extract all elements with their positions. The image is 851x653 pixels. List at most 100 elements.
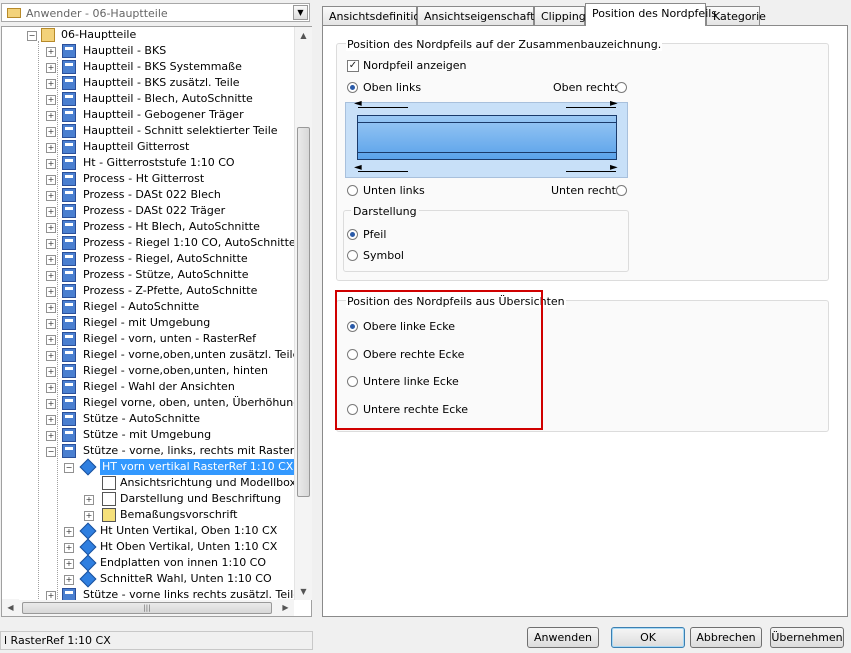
radio-label: Oben rechts xyxy=(553,81,620,94)
arrow-icon xyxy=(566,107,616,108)
tree-item-label: Ht - Gitterroststufe 1:10 CO xyxy=(83,156,235,169)
arrow-style-radio[interactable] xyxy=(347,229,358,240)
position-preview: ◄ ► ◄ ► xyxy=(345,98,628,178)
sheet-icon xyxy=(62,268,76,282)
tree-item-label: Endplatten von innen 1:10 CO xyxy=(100,556,267,569)
sheet-icon xyxy=(62,60,76,74)
expand-icon[interactable]: + xyxy=(46,303,56,313)
direction-icon xyxy=(102,476,116,490)
chevron-down-icon[interactable]: ▼ xyxy=(293,5,308,20)
scroll-thumb[interactable] xyxy=(297,127,310,497)
expand-icon[interactable]: + xyxy=(46,63,56,73)
expand-icon[interactable]: + xyxy=(46,191,56,201)
expand-icon[interactable]: + xyxy=(84,495,94,505)
tab-label: Kategorie xyxy=(713,10,766,23)
expand-icon[interactable]: + xyxy=(46,431,56,441)
collapse-icon[interactable]: − xyxy=(64,463,74,473)
apply-button[interactable]: Anwenden xyxy=(527,627,599,648)
expand-icon[interactable]: + xyxy=(46,47,56,57)
scroll-left-icon[interactable]: ◀ xyxy=(2,599,19,616)
expand-icon[interactable]: + xyxy=(46,383,56,393)
tab-ansichtsdefinition[interactable]: Ansichtsdefinition xyxy=(322,6,427,25)
tree-item-label: Hauptteil - Schnitt selektierter Teile xyxy=(83,124,278,137)
expand-icon[interactable]: + xyxy=(46,79,56,89)
expand-icon[interactable]: + xyxy=(46,111,56,121)
scroll-down-icon[interactable]: ▼ xyxy=(295,583,312,600)
expand-icon[interactable]: + xyxy=(46,95,56,105)
view-icon xyxy=(79,570,97,588)
button-label: Anwenden xyxy=(534,631,592,644)
tree-subitem-label: Bemaßungsvorschrift xyxy=(120,508,238,521)
scroll-thumb[interactable]: ||| xyxy=(22,602,272,614)
tree-item-label: Prozess - Stütze, AutoSchnitte xyxy=(83,268,249,281)
ok-button[interactable]: OK xyxy=(611,627,685,648)
sheet-icon xyxy=(62,124,76,138)
expand-icon[interactable]: + xyxy=(46,223,56,233)
tree-item-label: SchnitteR Wahl, Unten 1:10 CO xyxy=(100,572,272,585)
expand-icon[interactable]: + xyxy=(64,543,74,553)
collapse-icon[interactable]: − xyxy=(27,31,37,41)
expand-icon[interactable]: + xyxy=(64,575,74,585)
tab-clipping[interactable]: Clipping xyxy=(534,6,586,25)
tree-horizontal-scrollbar[interactable]: ◀ ||| ▶ xyxy=(2,599,294,616)
expand-icon[interactable]: + xyxy=(46,415,56,425)
sheet-icon xyxy=(62,428,76,442)
scroll-right-icon[interactable]: ▶ xyxy=(277,599,294,616)
tree-selected-label: HT vorn vertikal RasterRef 1:10 CX xyxy=(100,459,296,475)
expand-icon[interactable]: + xyxy=(64,559,74,569)
sheet-icon xyxy=(62,284,76,298)
top-left-radio[interactable] xyxy=(347,82,358,93)
bottom-right-radio[interactable] xyxy=(616,185,627,196)
expand-icon[interactable]: + xyxy=(46,159,56,169)
tab-ansichtseigenschaften[interactable]: Ansichtseigenschaften xyxy=(417,6,548,25)
tree-item-label: Stütze - AutoSchnitte xyxy=(83,412,201,425)
expand-icon[interactable]: + xyxy=(46,287,56,297)
show-north-arrow-checkbox[interactable]: ✓ xyxy=(347,60,359,72)
sheet-icon xyxy=(62,92,76,106)
expand-icon[interactable]: + xyxy=(46,351,56,361)
display-group xyxy=(343,210,629,272)
take-button[interactable]: Übernehmen xyxy=(770,627,844,648)
top-right-radio[interactable] xyxy=(616,82,627,93)
sheet-icon xyxy=(62,364,76,378)
expand-icon[interactable]: + xyxy=(46,319,56,329)
sheet-icon xyxy=(62,236,76,250)
expand-icon[interactable]: + xyxy=(46,175,56,185)
expand-icon[interactable]: + xyxy=(46,399,56,409)
tree-item-label: Hauptteil Gitterrost xyxy=(83,140,190,153)
tab-nordpfeil[interactable]: Position des Nordpfeils xyxy=(585,3,717,26)
expand-icon[interactable]: + xyxy=(46,143,56,153)
tree-vertical-scrollbar[interactable]: ▲ ▼ xyxy=(294,27,312,600)
tree-guide-line xyxy=(57,57,58,616)
folder-icon xyxy=(7,8,21,18)
expand-icon[interactable]: + xyxy=(46,255,56,265)
expand-icon[interactable]: + xyxy=(46,367,56,377)
bottom-left-radio[interactable] xyxy=(347,185,358,196)
collapse-icon[interactable]: − xyxy=(46,447,56,457)
expand-icon[interactable]: + xyxy=(84,511,94,521)
expand-icon[interactable]: + xyxy=(46,239,56,249)
symbol-style-radio[interactable] xyxy=(347,250,358,261)
sheet-icon xyxy=(62,220,76,234)
view-tree[interactable]: − 06-Hauptteile + Hauptteil - BKS + Hauptte… xyxy=(1,26,312,617)
view-template-combo[interactable]: Anwender - 06-Hauptteile ▼ xyxy=(1,3,310,22)
tree-item-label: Riegel vorne, oben, unten, Überhöhungsde… xyxy=(83,396,312,409)
tree-item-label: Ht Oben Vertikal, Unten 1:10 CX xyxy=(100,540,278,553)
tree-guide-line xyxy=(38,41,39,601)
expand-icon[interactable]: + xyxy=(64,527,74,537)
tree-item-label: Ht Unten Vertikal, Oben 1:10 CX xyxy=(100,524,278,537)
expand-icon[interactable]: + xyxy=(46,335,56,345)
group-title: Position des Nordpfeils auf der Zusammen… xyxy=(346,38,663,51)
arrow-icon xyxy=(358,171,408,172)
tab-label: Ansichtsdefinition xyxy=(329,10,428,23)
radio-label: Pfeil xyxy=(363,228,387,241)
sheet-icon xyxy=(62,156,76,170)
folder-icon xyxy=(41,28,55,42)
expand-icon[interactable]: + xyxy=(46,207,56,217)
expand-icon[interactable]: + xyxy=(46,127,56,137)
radio-label: Symbol xyxy=(363,249,404,262)
cancel-button[interactable]: Abbrechen xyxy=(690,627,762,648)
scroll-up-icon[interactable]: ▲ xyxy=(295,27,312,44)
sheet-icon xyxy=(62,204,76,218)
expand-icon[interactable]: + xyxy=(46,271,56,281)
